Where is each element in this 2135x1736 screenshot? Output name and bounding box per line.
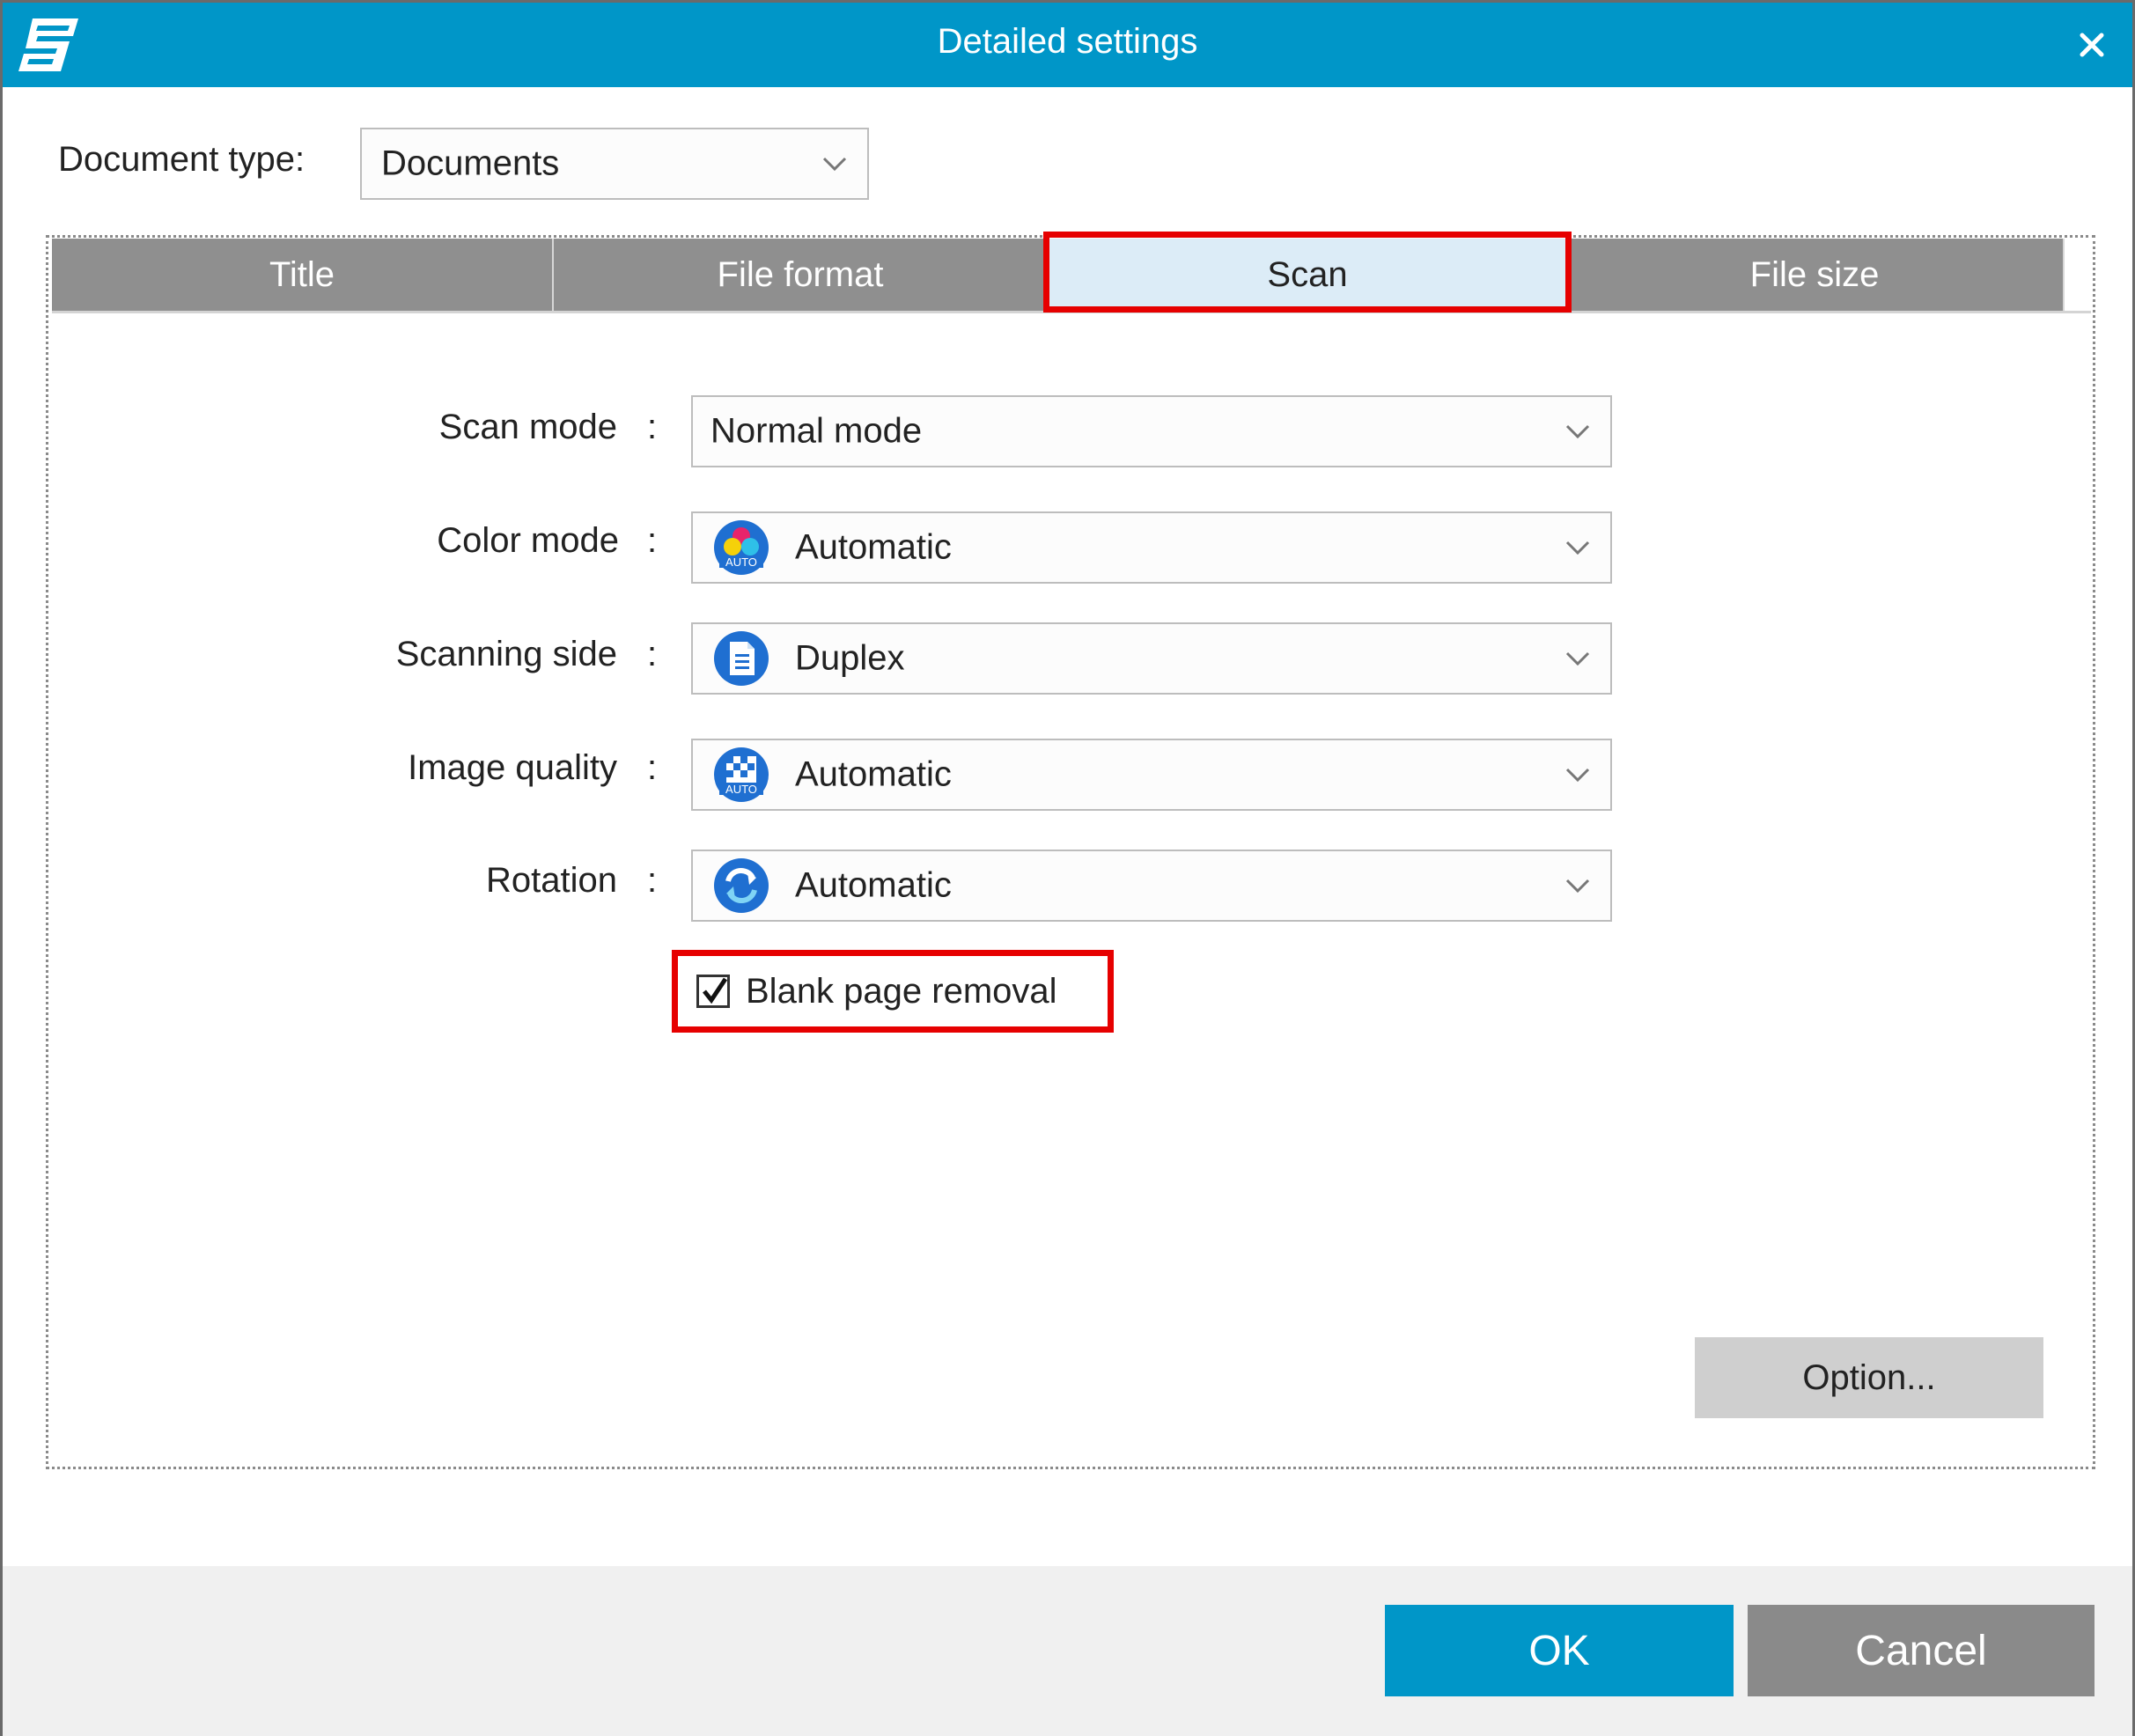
image-quality-label: Image quality [408,748,617,787]
rotation-value: Automatic [795,865,952,905]
document-type-value: Documents [381,143,560,183]
ok-button[interactable]: OK [1385,1605,1734,1696]
scanning-side-label: Scanning side [395,635,617,673]
tab-title[interactable]: Title [52,239,554,311]
svg-text:AUTO: AUTO [725,783,757,796]
color-mode-dropdown[interactable]: AUTO Automatic [691,511,1612,584]
color-auto-icon: AUTO [714,520,769,575]
colon: : [647,521,658,560]
colon: : [647,635,658,673]
chevron-down-icon [1565,541,1590,555]
highlight-blank-page-removal [672,950,1114,1033]
scanning-side-dropdown[interactable]: Duplex [691,622,1612,695]
title-bar: Detailed settings [3,3,2132,87]
scan-mode-label: Scan mode [438,408,617,446]
chevron-down-icon [1565,768,1590,783]
cancel-button[interactable]: Cancel [1748,1605,2095,1696]
tab-file-format[interactable]: File format [554,239,1049,311]
color-mode-value: Automatic [795,527,952,567]
chevron-down-icon [1565,424,1590,439]
scanning-side-value: Duplex [795,638,905,678]
rotation-label: Rotation [486,861,617,900]
window-title: Detailed settings [937,22,1198,61]
rotation-dropdown[interactable]: Automatic [691,850,1612,922]
colon: : [647,861,658,900]
detailed-settings-dialog: Detailed settings Document type: Documen… [0,0,2135,1736]
scan-mode-dropdown[interactable]: Normal mode [691,395,1612,467]
chevron-down-icon [822,157,847,172]
chevron-down-icon [1565,651,1590,666]
close-icon[interactable] [2069,22,2115,68]
quality-auto-icon: AUTO [714,747,769,802]
colon: : [647,748,658,787]
colon: : [647,408,658,446]
image-quality-value: Automatic [795,754,952,794]
chevron-down-icon [1565,879,1590,894]
document-type-dropdown[interactable]: Documents [360,128,869,200]
document-type-label: Document type: [58,140,306,179]
tab-file-size[interactable]: File size [1566,239,2065,311]
svg-text:AUTO: AUTO [725,555,757,569]
rotation-icon [714,858,769,913]
color-mode-label: Color mode [437,521,619,560]
scan-mode-value: Normal mode [710,411,923,451]
highlight-scan-tab [1043,232,1572,313]
duplex-page-icon [714,631,769,686]
option-button[interactable]: Option... [1695,1337,2043,1418]
image-quality-dropdown[interactable]: AUTO Automatic [691,739,1612,811]
